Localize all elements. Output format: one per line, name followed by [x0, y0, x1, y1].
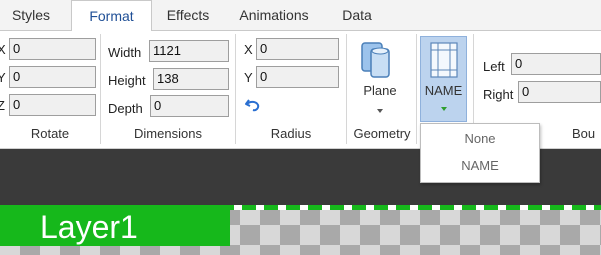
- depth-label: Depth: [108, 101, 143, 116]
- radius-group-label: Radius: [270, 126, 312, 141]
- width-label: Width: [108, 45, 142, 60]
- chevron-down-icon: [375, 103, 385, 113]
- group-divider: [416, 34, 417, 144]
- radius-y-label: Y: [244, 70, 253, 85]
- bounds-group-label: Bou: [572, 126, 596, 141]
- chevron-down-icon: [439, 101, 449, 111]
- undo-arrow-icon[interactable]: [244, 96, 262, 114]
- tab-animations[interactable]: Animations: [228, 0, 320, 30]
- dimensions-group-label: Dimensions: [134, 126, 202, 141]
- tab-data[interactable]: Data: [330, 0, 384, 30]
- layout-grid-icon: [429, 41, 459, 79]
- rotate-y-label: Y: [0, 70, 6, 85]
- radius-y-field[interactable]: 0: [256, 66, 339, 88]
- plane-button-label: Plane: [363, 83, 397, 98]
- dropdown-item-none[interactable]: None: [421, 126, 539, 152]
- plane-shape-icon: [360, 39, 392, 81]
- height-field[interactable]: 138: [153, 68, 229, 90]
- right-field[interactable]: 0: [518, 81, 601, 103]
- rotate-x-label: X: [0, 42, 6, 57]
- radius-x-field[interactable]: 0: [256, 38, 339, 60]
- geometry-group-label: Geometry: [353, 126, 411, 141]
- depth-field[interactable]: 0: [150, 95, 229, 117]
- rotate-group-label: Rotate: [30, 126, 70, 141]
- tab-effects[interactable]: Effects: [156, 0, 220, 30]
- rotate-x-field[interactable]: 0: [9, 38, 96, 60]
- rotate-y-field[interactable]: 0: [9, 66, 96, 88]
- name-dropdown-button[interactable]: NAME: [420, 36, 467, 122]
- height-label: Height: [108, 73, 146, 88]
- group-divider: [100, 34, 101, 144]
- left-field[interactable]: 0: [511, 53, 601, 75]
- width-field[interactable]: 1121: [149, 40, 229, 62]
- left-label: Left: [483, 59, 505, 74]
- dropdown-item-name[interactable]: NAME: [421, 153, 539, 179]
- tab-styles[interactable]: Styles: [0, 0, 62, 30]
- name-dropdown-menu: None NAME: [420, 123, 540, 183]
- layer-name-label: Layer1: [40, 209, 138, 245]
- name-button-label: NAME: [424, 83, 463, 98]
- plane-geometry-button[interactable]: Plane: [350, 33, 410, 123]
- right-label: Right: [483, 87, 514, 102]
- radius-x-label: X: [244, 42, 253, 57]
- rotate-z-field[interactable]: 0: [9, 94, 96, 116]
- tab-format[interactable]: Format: [71, 0, 152, 32]
- rotate-z-label: Z: [0, 98, 5, 113]
